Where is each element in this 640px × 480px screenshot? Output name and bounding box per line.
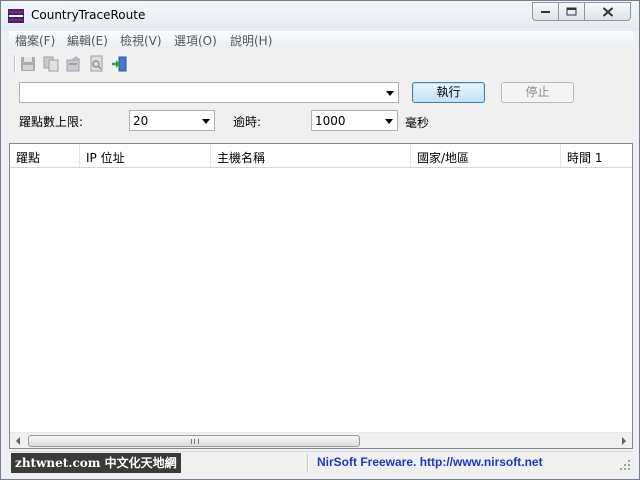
address-combobox[interactable] — [19, 82, 399, 103]
report-icon[interactable] — [88, 55, 106, 73]
copy-icon[interactable] — [42, 55, 60, 73]
column-hop-label: 躍點 — [16, 151, 41, 165]
maximize-button[interactable] — [558, 2, 585, 21]
timeout-value: 1000 — [315, 114, 346, 128]
column-ip-label: IP 位址 — [86, 151, 125, 165]
menu-bar: 檔案(F) 編輯(E) 檢視(V) 選項(O) 說明(H) — [9, 31, 633, 49]
chevron-down-icon[interactable] — [202, 119, 210, 124]
scroll-right-icon[interactable] — [615, 433, 632, 449]
close-button[interactable] — [584, 2, 631, 21]
column-hostname[interactable]: 主機名稱 — [211, 144, 411, 167]
run-button[interactable]: 執行 — [412, 82, 485, 103]
column-hostname-label: 主機名稱 — [217, 151, 266, 165]
timeout-label: 逾時: — [233, 115, 262, 129]
results-list[interactable]: 躍點 IP 位址 主機名稱 國家/地區 時間 1 — [9, 143, 633, 449]
status-divider — [307, 454, 309, 472]
column-country-label: 國家/地區 — [417, 151, 470, 165]
main-window: CountryTraceRoute 檔案(F) 編輯(E) 檢視(V) 選項(O… — [0, 0, 640, 480]
window-title: CountryTraceRoute — [31, 8, 146, 22]
title-bar[interactable]: CountryTraceRoute — [1, 1, 639, 31]
max-hops-combobox[interactable]: 20 — [129, 110, 215, 131]
timeout-unit: 毫秒 — [405, 116, 430, 130]
chevron-down-icon[interactable] — [385, 119, 393, 124]
horizontal-scrollbar[interactable] — [10, 432, 632, 448]
save-icon[interactable] — [19, 55, 37, 73]
status-nirsoft-link[interactable]: NirSoft Freeware. http://www.nirsoft.net — [317, 455, 543, 469]
column-hop[interactable]: 躍點 — [10, 144, 80, 167]
grip-icon — [191, 439, 199, 444]
menu-help[interactable]: 說明(H) — [230, 32, 272, 49]
max-hops-value: 20 — [133, 114, 149, 128]
resize-grip-icon[interactable] — [619, 459, 631, 471]
scrollbar-thumb[interactable] — [28, 435, 360, 447]
chevron-down-icon[interactable] — [386, 91, 394, 96]
toolbar-separator — [14, 55, 16, 73]
close-icon — [602, 6, 613, 17]
stop-button[interactable]: 停止 — [501, 82, 574, 103]
column-country[interactable]: 國家/地區 — [411, 144, 561, 167]
timeout-combobox[interactable]: 1000 — [311, 110, 398, 131]
app-icon — [8, 9, 24, 23]
minimize-button[interactable] — [532, 2, 559, 21]
exit-icon[interactable] — [111, 55, 129, 73]
column-ip[interactable]: IP 位址 — [80, 144, 211, 167]
menu-edit[interactable]: 編輯(E) — [67, 32, 108, 49]
list-header: 躍點 IP 位址 主機名稱 國家/地區 時間 1 — [10, 144, 632, 168]
column-time1[interactable]: 時間 1 — [561, 144, 632, 167]
properties-icon[interactable] — [65, 55, 83, 73]
scroll-left-icon[interactable] — [10, 433, 27, 449]
toolbar — [9, 51, 633, 77]
menu-view[interactable]: 檢視(V) — [120, 32, 162, 49]
status-credit: zhtwnet.com 中文化天地網 — [11, 453, 181, 473]
max-hops-label: 躍點數上限: — [19, 115, 84, 129]
minimize-icon — [540, 10, 550, 13]
column-time1-label: 時間 1 — [567, 151, 603, 165]
menu-file[interactable]: 檔案(F) — [15, 32, 55, 49]
maximize-icon — [566, 7, 576, 15]
menu-options[interactable]: 選項(O) — [174, 32, 217, 49]
status-bar: zhtwnet.com 中文化天地網 NirSoft Freeware. htt… — [9, 451, 633, 473]
